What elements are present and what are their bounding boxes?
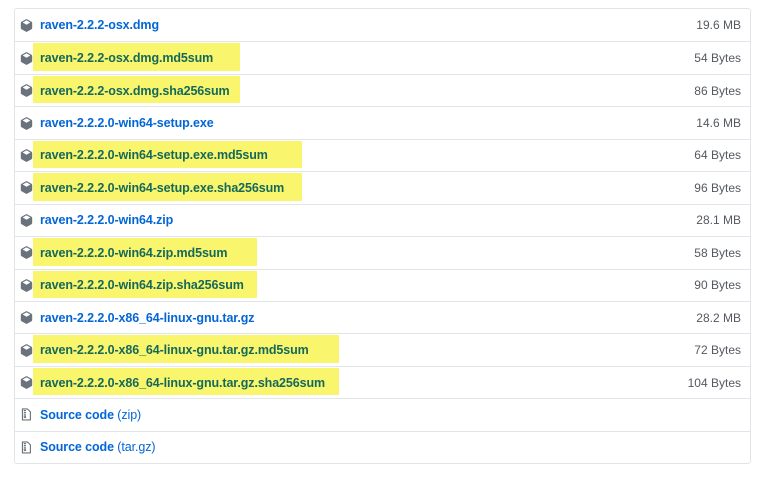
release-assets-table: raven-2.2.2-osx.dmg 19.6 MB raven-2.2.2-… (14, 8, 751, 464)
asset-size: 54 Bytes (694, 51, 741, 65)
release-asset-row: raven-2.2.2.0-x86_64-linux-gnu.tar.gz.md… (15, 333, 750, 365)
asset-name: raven-2.2.2-osx.dmg.sha256sum (40, 84, 230, 98)
asset-link[interactable]: raven-2.2.2.0-x86_64-linux-gnu.tar.gz.sh… (40, 376, 325, 390)
asset-size: 104 Bytes (688, 376, 741, 390)
release-asset-row: raven-2.2.2-osx.dmg.md5sum 54 Bytes (15, 41, 750, 73)
asset-link[interactable]: raven-2.2.2.0-win64-setup.exe (40, 116, 214, 130)
asset-name-suffix: (tar.gz) (114, 440, 155, 454)
package-icon (20, 149, 33, 162)
asset-size: 90 Bytes (694, 278, 741, 292)
asset-size: 28.1 MB (696, 213, 741, 227)
asset-name: raven-2.2.2.0-win64-setup.exe.sha256sum (40, 181, 284, 195)
release-asset-row: raven-2.2.2.0-win64-setup.exe 14.6 MB (15, 106, 750, 138)
release-asset-row: raven-2.2.2.0-x86_64-linux-gnu.tar.gz 28… (15, 301, 750, 333)
asset-link[interactable]: raven-2.2.2.0-x86_64-linux-gnu.tar.gz.md… (40, 343, 309, 357)
package-icon (20, 52, 33, 65)
asset-link[interactable]: raven-2.2.2.0-win64-setup.exe.sha256sum (40, 181, 284, 195)
package-icon (20, 246, 33, 259)
asset-link[interactable]: raven-2.2.2.0-win64.zip.sha256sum (40, 278, 244, 292)
release-asset-row: raven-2.2.2-osx.dmg 19.6 MB (15, 9, 750, 41)
asset-name: Source code (40, 408, 114, 422)
asset-size: 72 Bytes (694, 343, 741, 357)
asset-link[interactable]: raven-2.2.2.0-win64-setup.exe.md5sum (40, 148, 268, 162)
package-icon (20, 279, 33, 292)
asset-link[interactable]: Source code (tar.gz) (40, 440, 155, 454)
asset-size: 58 Bytes (694, 246, 741, 260)
release-asset-row: raven-2.2.2.0-win64-setup.exe.sha256sum … (15, 171, 750, 203)
asset-name-suffix: (zip) (114, 408, 141, 422)
asset-name: raven-2.2.2.0-x86_64-linux-gnu.tar.gz (40, 311, 254, 325)
package-icon (20, 344, 33, 357)
asset-size: 86 Bytes (694, 84, 741, 98)
asset-link[interactable]: raven-2.2.2-osx.dmg (40, 18, 159, 32)
asset-size: 19.6 MB (696, 18, 741, 32)
release-asset-row: raven-2.2.2.0-win64.zip 28.1 MB (15, 204, 750, 236)
asset-name: raven-2.2.2.0-win64.zip.md5sum (40, 246, 227, 260)
asset-name: raven-2.2.2.0-win64-setup.exe (40, 116, 214, 130)
release-asset-row: raven-2.2.2-osx.dmg.sha256sum 86 Bytes (15, 74, 750, 106)
asset-link[interactable]: raven-2.2.2.0-win64.zip (40, 213, 173, 227)
asset-link[interactable]: raven-2.2.2-osx.dmg.md5sum (40, 51, 213, 65)
package-icon (20, 84, 33, 97)
asset-size: 28.2 MB (696, 311, 741, 325)
asset-link[interactable]: raven-2.2.2-osx.dmg.sha256sum (40, 84, 230, 98)
package-icon (20, 181, 33, 194)
release-asset-row: Source code (tar.gz) (15, 431, 750, 463)
asset-name: raven-2.2.2.0-x86_64-linux-gnu.tar.gz.md… (40, 343, 309, 357)
asset-link[interactable]: Source code (zip) (40, 408, 141, 422)
asset-name: raven-2.2.2.0-win64.zip (40, 213, 173, 227)
asset-size: 14.6 MB (696, 116, 741, 130)
asset-link[interactable]: raven-2.2.2.0-win64.zip.md5sum (40, 246, 227, 260)
asset-name: raven-2.2.2.0-win64.zip.sha256sum (40, 278, 244, 292)
package-icon (20, 311, 33, 324)
package-icon (20, 376, 33, 389)
package-icon (20, 117, 33, 130)
asset-size: 96 Bytes (694, 181, 741, 195)
file-zip-icon (20, 408, 33, 421)
package-icon (20, 19, 33, 32)
asset-name: raven-2.2.2.0-x86_64-linux-gnu.tar.gz.sh… (40, 376, 325, 390)
release-asset-row: Source code (zip) (15, 398, 750, 430)
asset-name: Source code (40, 440, 114, 454)
asset-name: raven-2.2.2.0-win64-setup.exe.md5sum (40, 148, 268, 162)
package-icon (20, 214, 33, 227)
release-asset-row: raven-2.2.2.0-win64.zip.sha256sum 90 Byt… (15, 269, 750, 301)
asset-size: 64 Bytes (694, 148, 741, 162)
release-asset-row: raven-2.2.2.0-win64-setup.exe.md5sum 64 … (15, 139, 750, 171)
release-asset-row: raven-2.2.2.0-x86_64-linux-gnu.tar.gz.sh… (15, 366, 750, 398)
asset-link[interactable]: raven-2.2.2.0-x86_64-linux-gnu.tar.gz (40, 311, 254, 325)
asset-name: raven-2.2.2-osx.dmg.md5sum (40, 51, 213, 65)
file-zip-icon (20, 441, 33, 454)
asset-name: raven-2.2.2-osx.dmg (40, 18, 159, 32)
release-asset-row: raven-2.2.2.0-win64.zip.md5sum 58 Bytes (15, 236, 750, 268)
